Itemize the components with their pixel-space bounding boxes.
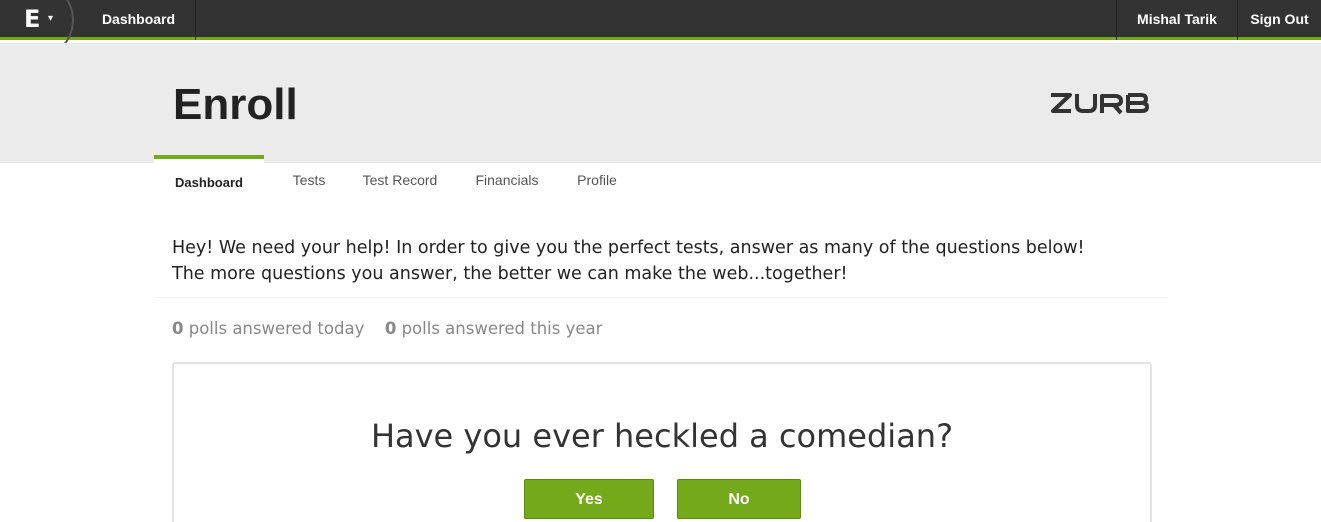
poll-stats: 0 polls answered today 0 polls answered … xyxy=(172,317,602,341)
tab-financials[interactable]: Financials xyxy=(466,163,548,197)
sign-out-link[interactable]: Sign Out xyxy=(1238,0,1321,40)
polls-today-count: 0 xyxy=(172,319,184,338)
tab-tests[interactable]: Tests xyxy=(281,163,337,197)
zurb-logo xyxy=(1051,93,1149,115)
poll-question: Have you ever heckled a comedian? xyxy=(370,417,954,455)
nav-user-name[interactable]: Mishal Tarik xyxy=(1116,0,1238,40)
brand-menu-button[interactable]: E ▾ xyxy=(0,0,76,62)
tab-bar: Dashboard Tests Test Record Financials P… xyxy=(0,155,1321,197)
nav-dashboard-link[interactable]: Dashboard xyxy=(82,0,196,40)
top-navigation-bar: E ▾ Dashboard Mishal Tarik Sign Out xyxy=(0,0,1321,62)
poll-card: Have you ever heckled a comedian? Yes No xyxy=(172,362,1152,522)
polls-year-count: 0 xyxy=(384,319,397,338)
intro-line-2: The more questions you answer, the bette… xyxy=(172,264,848,284)
page-title: Enroll xyxy=(173,80,298,129)
tab-profile[interactable]: Profile xyxy=(568,163,626,197)
intro-line-1: Hey! We need your help! In order to give… xyxy=(172,238,1085,258)
chevron-down-icon: ▾ xyxy=(48,13,54,24)
yes-button[interactable]: Yes xyxy=(524,479,654,519)
divider xyxy=(154,297,1168,298)
polls-today-label: polls answered today xyxy=(188,319,365,338)
page-header: Enroll xyxy=(0,43,1321,163)
brand-logo-letter: E xyxy=(24,5,41,33)
tab-test-record[interactable]: Test Record xyxy=(354,163,446,197)
tab-dashboard[interactable]: Dashboard xyxy=(154,155,264,197)
polls-year-label: polls answered this year xyxy=(401,319,603,338)
intro-message: Hey! We need your help! In order to give… xyxy=(172,235,1162,287)
no-button[interactable]: No xyxy=(677,479,801,519)
